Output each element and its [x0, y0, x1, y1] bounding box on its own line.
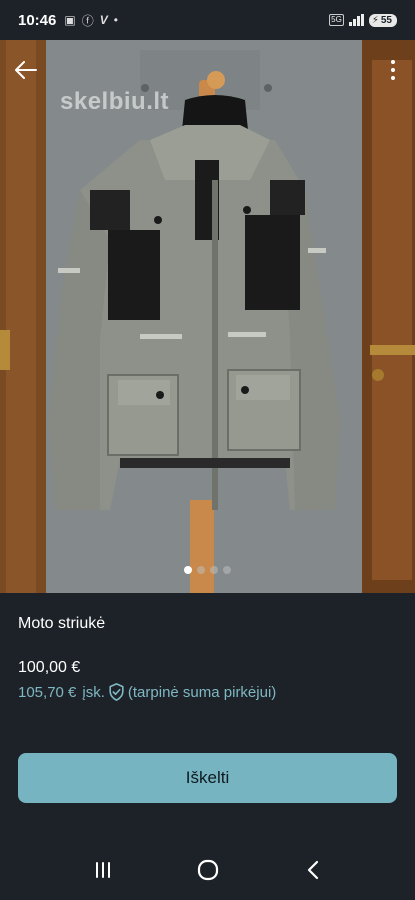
back-button[interactable] — [10, 54, 42, 86]
facebook-icon: ⓕ — [81, 13, 94, 28]
watermark: skelbiu.lt — [60, 88, 170, 115]
more-vertical-icon — [391, 60, 395, 64]
buyer-total-note: (tarpinė suma pirkėjui) — [127, 683, 277, 701]
promote-button[interactable]: Iškelti — [18, 753, 397, 803]
notification-icons: ▣ ⓕ V • — [64, 12, 118, 29]
notification-dot-icon: • — [113, 13, 118, 27]
arrow-left-icon — [15, 61, 37, 79]
recents-icon — [95, 862, 110, 878]
battery-level: 55 — [380, 14, 392, 26]
pager-dot-2[interactable] — [197, 566, 205, 574]
battery-icon: ⚡ — [371, 14, 379, 26]
back-chevron-icon — [307, 860, 318, 880]
network-type-badge: 5G — [329, 14, 344, 26]
home-icon — [197, 859, 218, 881]
pager-dot-1[interactable] — [184, 566, 192, 574]
v-app-icon: V — [99, 13, 108, 27]
listing-photo[interactable]: skelbiu.lt — [0, 40, 415, 593]
jacket-photo-illustration — [0, 40, 415, 593]
more-options-button[interactable] — [381, 54, 405, 86]
nav-home-button[interactable] — [188, 850, 228, 890]
nav-back-button[interactable] — [293, 850, 333, 890]
buyer-total-price[interactable]: 105,70 € įsk. (tarpinė suma pirkėjui) — [18, 683, 276, 701]
signal-icon — [348, 14, 364, 26]
image-pager — [0, 566, 415, 574]
pager-dot-3[interactable] — [210, 566, 218, 574]
nav-recents-button[interactable] — [83, 850, 123, 890]
status-bar: 10:46 ▣ ⓕ V • 5G ⚡ 55 — [0, 0, 415, 40]
buyer-total-amount: 105,70 € — [18, 683, 77, 701]
status-time: 10:46 — [18, 11, 57, 29]
shield-check-icon — [109, 683, 124, 701]
status-right: 5G ⚡ 55 — [329, 13, 397, 27]
listing-price: 100,00 € — [18, 659, 81, 676]
buyer-total-suffix: įsk. — [82, 683, 105, 701]
screenshot-icon: ▣ — [64, 13, 76, 27]
pager-dot-4[interactable] — [223, 566, 231, 574]
system-navigation-bar — [0, 840, 415, 900]
listing-title: Moto striukė — [18, 615, 106, 632]
battery-indicator: ⚡ 55 — [368, 13, 397, 27]
